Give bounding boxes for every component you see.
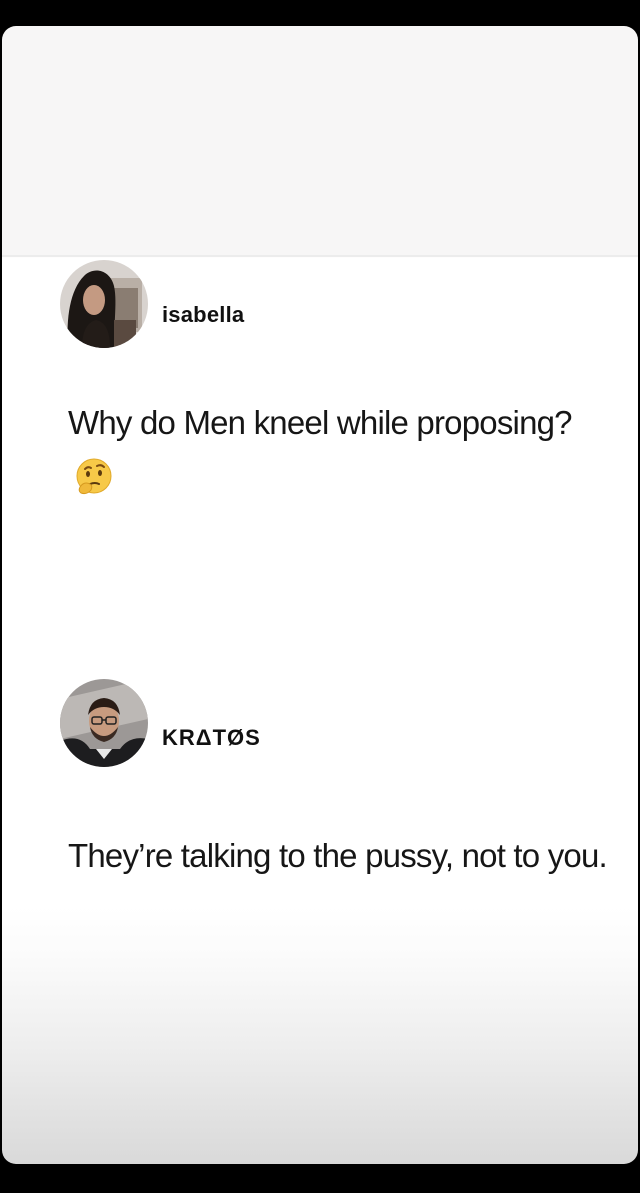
avatar-isabella-icon	[60, 260, 148, 348]
header-divider	[2, 255, 638, 257]
tweet-text: Why do Men kneel while proposing?	[68, 394, 608, 508]
screen: isabella Why do Men kneel while proposin…	[0, 0, 640, 1193]
avatar[interactable]	[60, 679, 148, 767]
story-card: isabella Why do Men kneel while proposin…	[2, 26, 638, 1164]
reply-text: They’re talking to the pussy, not to you…	[68, 837, 608, 874]
tweet-text-content: Why do Men kneel while proposing?	[68, 404, 573, 441]
thinking-face-icon	[74, 457, 114, 497]
username[interactable]: KRΔTØS	[162, 725, 261, 751]
avatar[interactable]	[60, 260, 148, 348]
username[interactable]: isabella	[162, 302, 244, 328]
avatar-kratos-icon	[60, 679, 148, 767]
